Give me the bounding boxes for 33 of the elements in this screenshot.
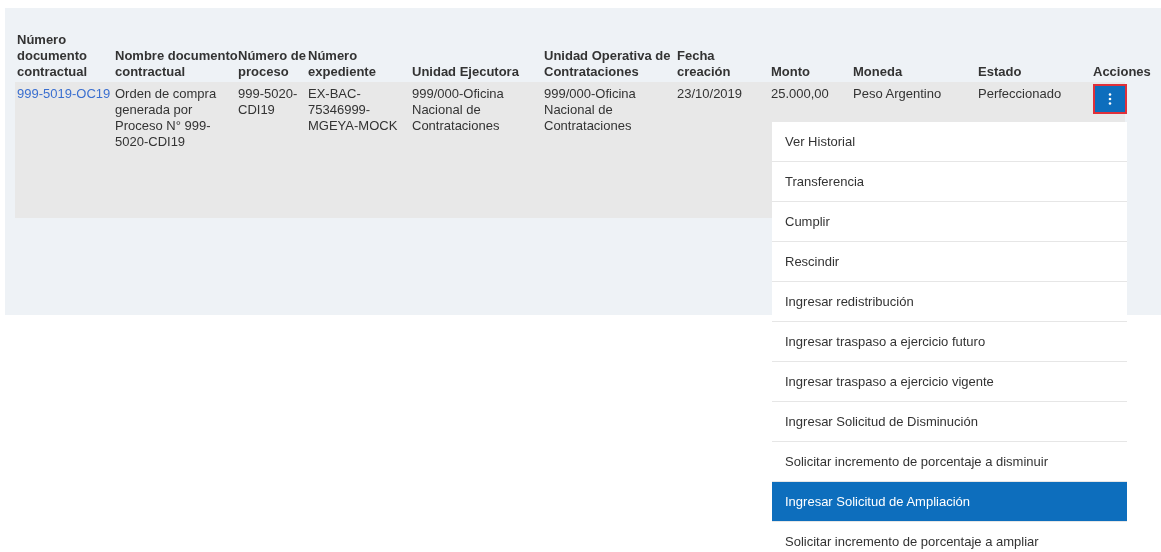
column-header: Estado xyxy=(978,64,1023,81)
column-header: Nombre documento contractual xyxy=(115,48,238,81)
menu-item[interactable]: Transferencia xyxy=(772,162,1127,202)
menu-item[interactable]: Solicitar incremento de porcentaje a ampliar xyxy=(772,522,1127,552)
table-cell-text: Perfeccionado xyxy=(978,85,1063,102)
column-header: Unidad Operativa de Contrataciones xyxy=(544,48,672,81)
column-header: Número de proceso xyxy=(238,48,307,81)
column-header: Moneda xyxy=(853,64,904,81)
column-header: Acciones xyxy=(1093,64,1152,81)
actions-button[interactable] xyxy=(1093,84,1127,114)
table-cell-text: Peso Argentino xyxy=(853,85,943,102)
menu-item[interactable]: Ver Historial xyxy=(772,122,1127,162)
column-header: Número expediente xyxy=(308,48,377,81)
menu-item[interactable]: Rescindir xyxy=(772,242,1127,282)
menu-item[interactable]: Ingresar traspaso a ejercicio futuro xyxy=(772,322,1127,362)
column-header: Monto xyxy=(771,64,811,81)
table-cell-text: 25.000,00 xyxy=(771,85,830,102)
column-header: Unidad Ejecutora xyxy=(412,64,520,81)
table-cell-text: 23/10/2019 xyxy=(677,85,744,102)
menu-item[interactable]: Ingresar Solicitud de Ampliación xyxy=(772,482,1127,522)
column-header: Fecha creación xyxy=(677,48,732,81)
vertical-dots-icon xyxy=(1108,93,1112,105)
menu-item[interactable]: Cumplir xyxy=(772,202,1127,242)
table-cell-text: EX-BAC-75346999-MGEYA-MOCK xyxy=(308,85,399,134)
menu-item[interactable]: Ingresar traspaso a ejercicio vigente xyxy=(772,362,1127,402)
column-header: Número documento contractual xyxy=(17,32,89,81)
table-cell-text: 999/000-Oficina Nacional de Contrataciones xyxy=(544,85,637,134)
table-cell-text: Orden de compra generada por Proceso N° 999-5020-CDI19 xyxy=(115,85,218,150)
document-link[interactable]: 999-5019-OC19 xyxy=(17,82,115,102)
menu-item[interactable]: Ingresar redistribución xyxy=(772,282,1127,322)
menu-item[interactable]: Ingresar Solicitud de Disminución xyxy=(772,402,1127,442)
table-cell-text: 999/000-Oficina Nacional de Contrataciones xyxy=(412,85,505,134)
table-cell-text: 999-5020-CDI19 xyxy=(238,85,299,118)
